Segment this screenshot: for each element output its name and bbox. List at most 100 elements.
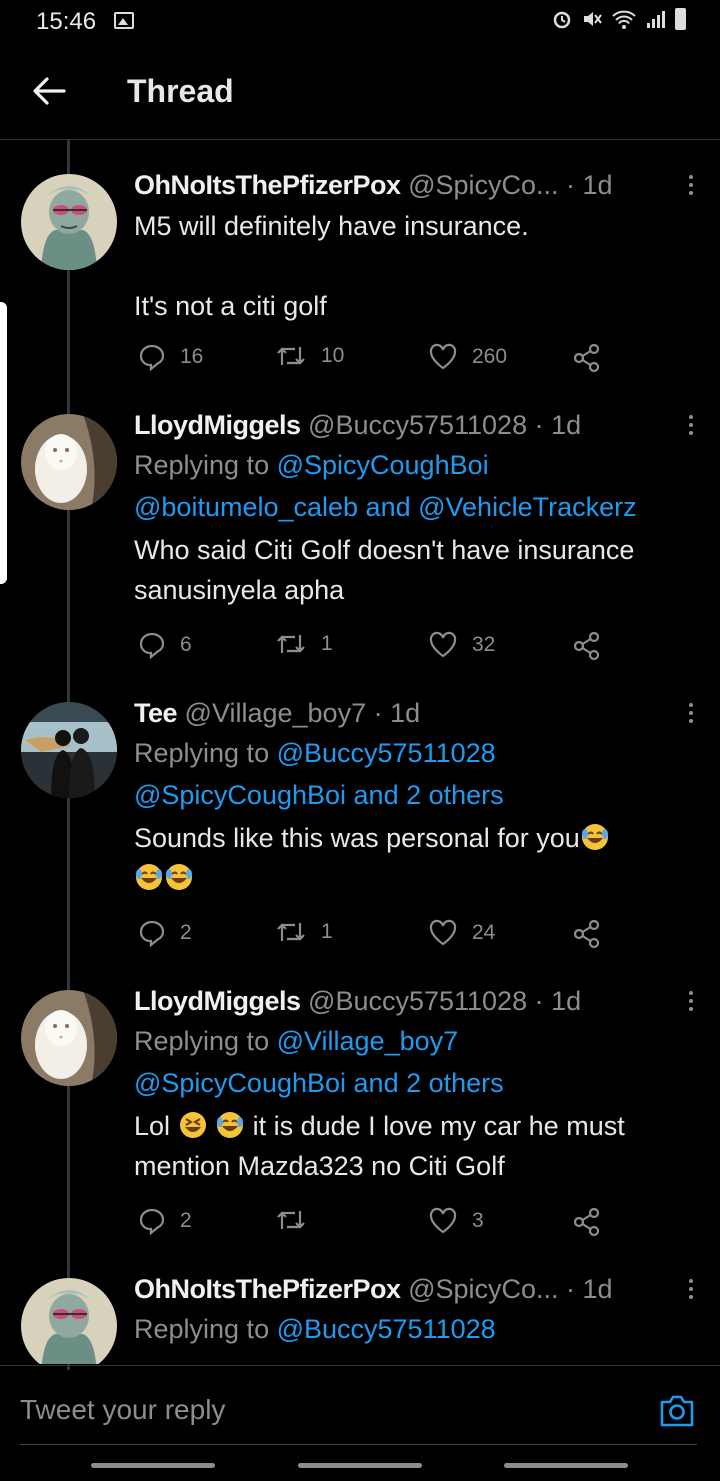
replying-to: Replying to @Buccy57511028 (134, 1314, 496, 1344)
more-options-icon[interactable] (688, 412, 694, 439)
tweet-text-line: mention Mazda323 no Citi Golf (134, 1151, 505, 1181)
tweet-text: Lol (134, 1111, 178, 1141)
reply-button[interactable]: 6 (138, 631, 192, 659)
avatar[interactable] (21, 702, 117, 798)
heart-icon (429, 1207, 457, 1234)
like-button[interactable]: 32 (428, 631, 495, 659)
tweet-time: 1d (551, 986, 582, 1016)
reply-count: 2 (180, 921, 192, 944)
tweet-time: 1d (551, 410, 582, 440)
author-handle[interactable]: @Village_boy7 (185, 698, 367, 728)
author-name[interactable]: OhNoItsThePfizerPox (134, 1274, 401, 1304)
tweet-text-line: M5 will definitely have insurance. (134, 211, 529, 241)
tweet-actions: 16 10 260 (138, 343, 608, 375)
nav-recents-handle[interactable] (91, 1463, 215, 1468)
signal-icon (647, 11, 665, 28)
share-icon (573, 343, 600, 373)
tweet-text: it is dude I love my car he must (245, 1111, 625, 1141)
retweet-icon (277, 1211, 305, 1229)
share-icon (573, 919, 600, 949)
retweet-button[interactable]: 10 (275, 343, 344, 369)
edge-panel-handle[interactable] (0, 302, 7, 584)
more-options-icon[interactable] (688, 172, 694, 199)
rofl-emoji-icon (166, 864, 192, 890)
mention-link[interactable]: @boitumelo_caleb (134, 492, 358, 522)
retweet-count: 1 (321, 632, 333, 655)
mention-link[interactable]: @VehicleTrackerz (418, 492, 636, 522)
reply-count: 16 (180, 345, 204, 368)
reply-button[interactable]: 16 (138, 343, 203, 371)
others-link[interactable]: 2 others (406, 780, 504, 810)
share-icon (573, 1207, 600, 1237)
tweet-actions: 2 3 (138, 1207, 608, 1239)
like-count: 3 (472, 1209, 484, 1232)
author-name[interactable]: LloydMiggels (134, 986, 301, 1016)
tweet-text-line: Who said Citi Golf doesn't have insuranc… (134, 535, 635, 565)
share-button[interactable] (572, 919, 602, 949)
status-time: 15:46 (36, 8, 97, 35)
avatar[interactable] (21, 414, 117, 510)
back-arrow-icon[interactable] (30, 72, 68, 110)
like-button[interactable]: 24 (428, 919, 495, 947)
retweet-button[interactable] (275, 1207, 321, 1233)
author-handle[interactable]: @Buccy57511028 (308, 410, 527, 440)
nav-back-handle[interactable] (504, 1463, 628, 1468)
author-handle[interactable]: @SpicyCo... (408, 170, 558, 200)
separator: · (366, 698, 391, 728)
laughing-emoji-icon (179, 1112, 206, 1138)
more-options-icon[interactable] (688, 1276, 694, 1303)
share-button[interactable] (572, 343, 602, 373)
more-options-icon[interactable] (688, 700, 694, 727)
retweet-icon (277, 347, 305, 365)
battery-icon (675, 8, 686, 30)
share-button[interactable] (572, 1207, 602, 1237)
author-name[interactable]: LloydMiggels (134, 410, 301, 440)
tweet[interactable]: OhNoItsThePfizerPox @SpicyCo... · 1d Rep… (0, 1274, 720, 1364)
separator: · (558, 1274, 583, 1304)
tweet-text-blank-line (134, 246, 698, 286)
like-count: 24 (472, 921, 496, 944)
reply-count: 6 (180, 633, 192, 656)
top-bar: Thread (0, 44, 720, 140)
page-title: Thread (127, 73, 234, 109)
rofl-emoji-icon (217, 1112, 244, 1138)
avatar[interactable] (21, 1278, 117, 1364)
heart-icon (429, 631, 457, 658)
replying-to: Replying to @SpicyCoughBoi @boitumelo_ca… (134, 450, 637, 522)
retweet-button[interactable]: 1 (275, 631, 333, 657)
share-button[interactable] (572, 631, 602, 661)
others-link[interactable]: 2 others (406, 1068, 504, 1098)
like-button[interactable]: 3 (428, 1207, 484, 1235)
author-handle[interactable]: @Buccy57511028 (308, 986, 527, 1016)
nav-home-handle[interactable] (298, 1463, 422, 1468)
reply-icon (139, 1208, 165, 1235)
more-options-icon[interactable] (688, 988, 694, 1015)
author-name[interactable]: OhNoItsThePfizerPox (134, 170, 401, 200)
author-handle[interactable]: @SpicyCo... (408, 1274, 558, 1304)
reply-button[interactable]: 2 (138, 919, 192, 947)
avatar[interactable] (21, 174, 117, 270)
input-underline (20, 1444, 697, 1445)
mention-link[interactable]: @SpicyCoughBoi (277, 450, 489, 480)
mention-link[interactable]: @SpicyCoughBoi (134, 1068, 346, 1098)
reply-input[interactable]: Tweet your reply (20, 1394, 225, 1426)
tweet-actions: 6 1 32 (138, 631, 608, 663)
avatar[interactable] (21, 990, 117, 1086)
reply-button[interactable]: 2 (138, 1207, 192, 1235)
retweet-button[interactable]: 1 (275, 919, 333, 945)
gallery-notification-icon (114, 12, 134, 29)
tweet-text-line: It's not a citi golf (134, 291, 327, 321)
author-name[interactable]: Tee (134, 698, 178, 728)
tweet-actions: 2 1 24 (138, 919, 608, 951)
camera-icon[interactable] (658, 1393, 696, 1429)
reply-count: 2 (180, 1209, 192, 1232)
mention-link[interactable]: @Village_boy7 (277, 1026, 459, 1056)
retweet-count: 10 (321, 344, 345, 367)
mention-link[interactable]: @SpicyCoughBoi (134, 780, 346, 810)
heart-icon (429, 343, 457, 370)
separator: · (558, 170, 583, 200)
tweet-text: Sounds like this was personal for you (134, 823, 580, 853)
mention-link[interactable]: @Buccy57511028 (277, 1314, 496, 1344)
mention-link[interactable]: @Buccy57511028 (277, 738, 496, 768)
like-button[interactable]: 260 (428, 343, 507, 371)
